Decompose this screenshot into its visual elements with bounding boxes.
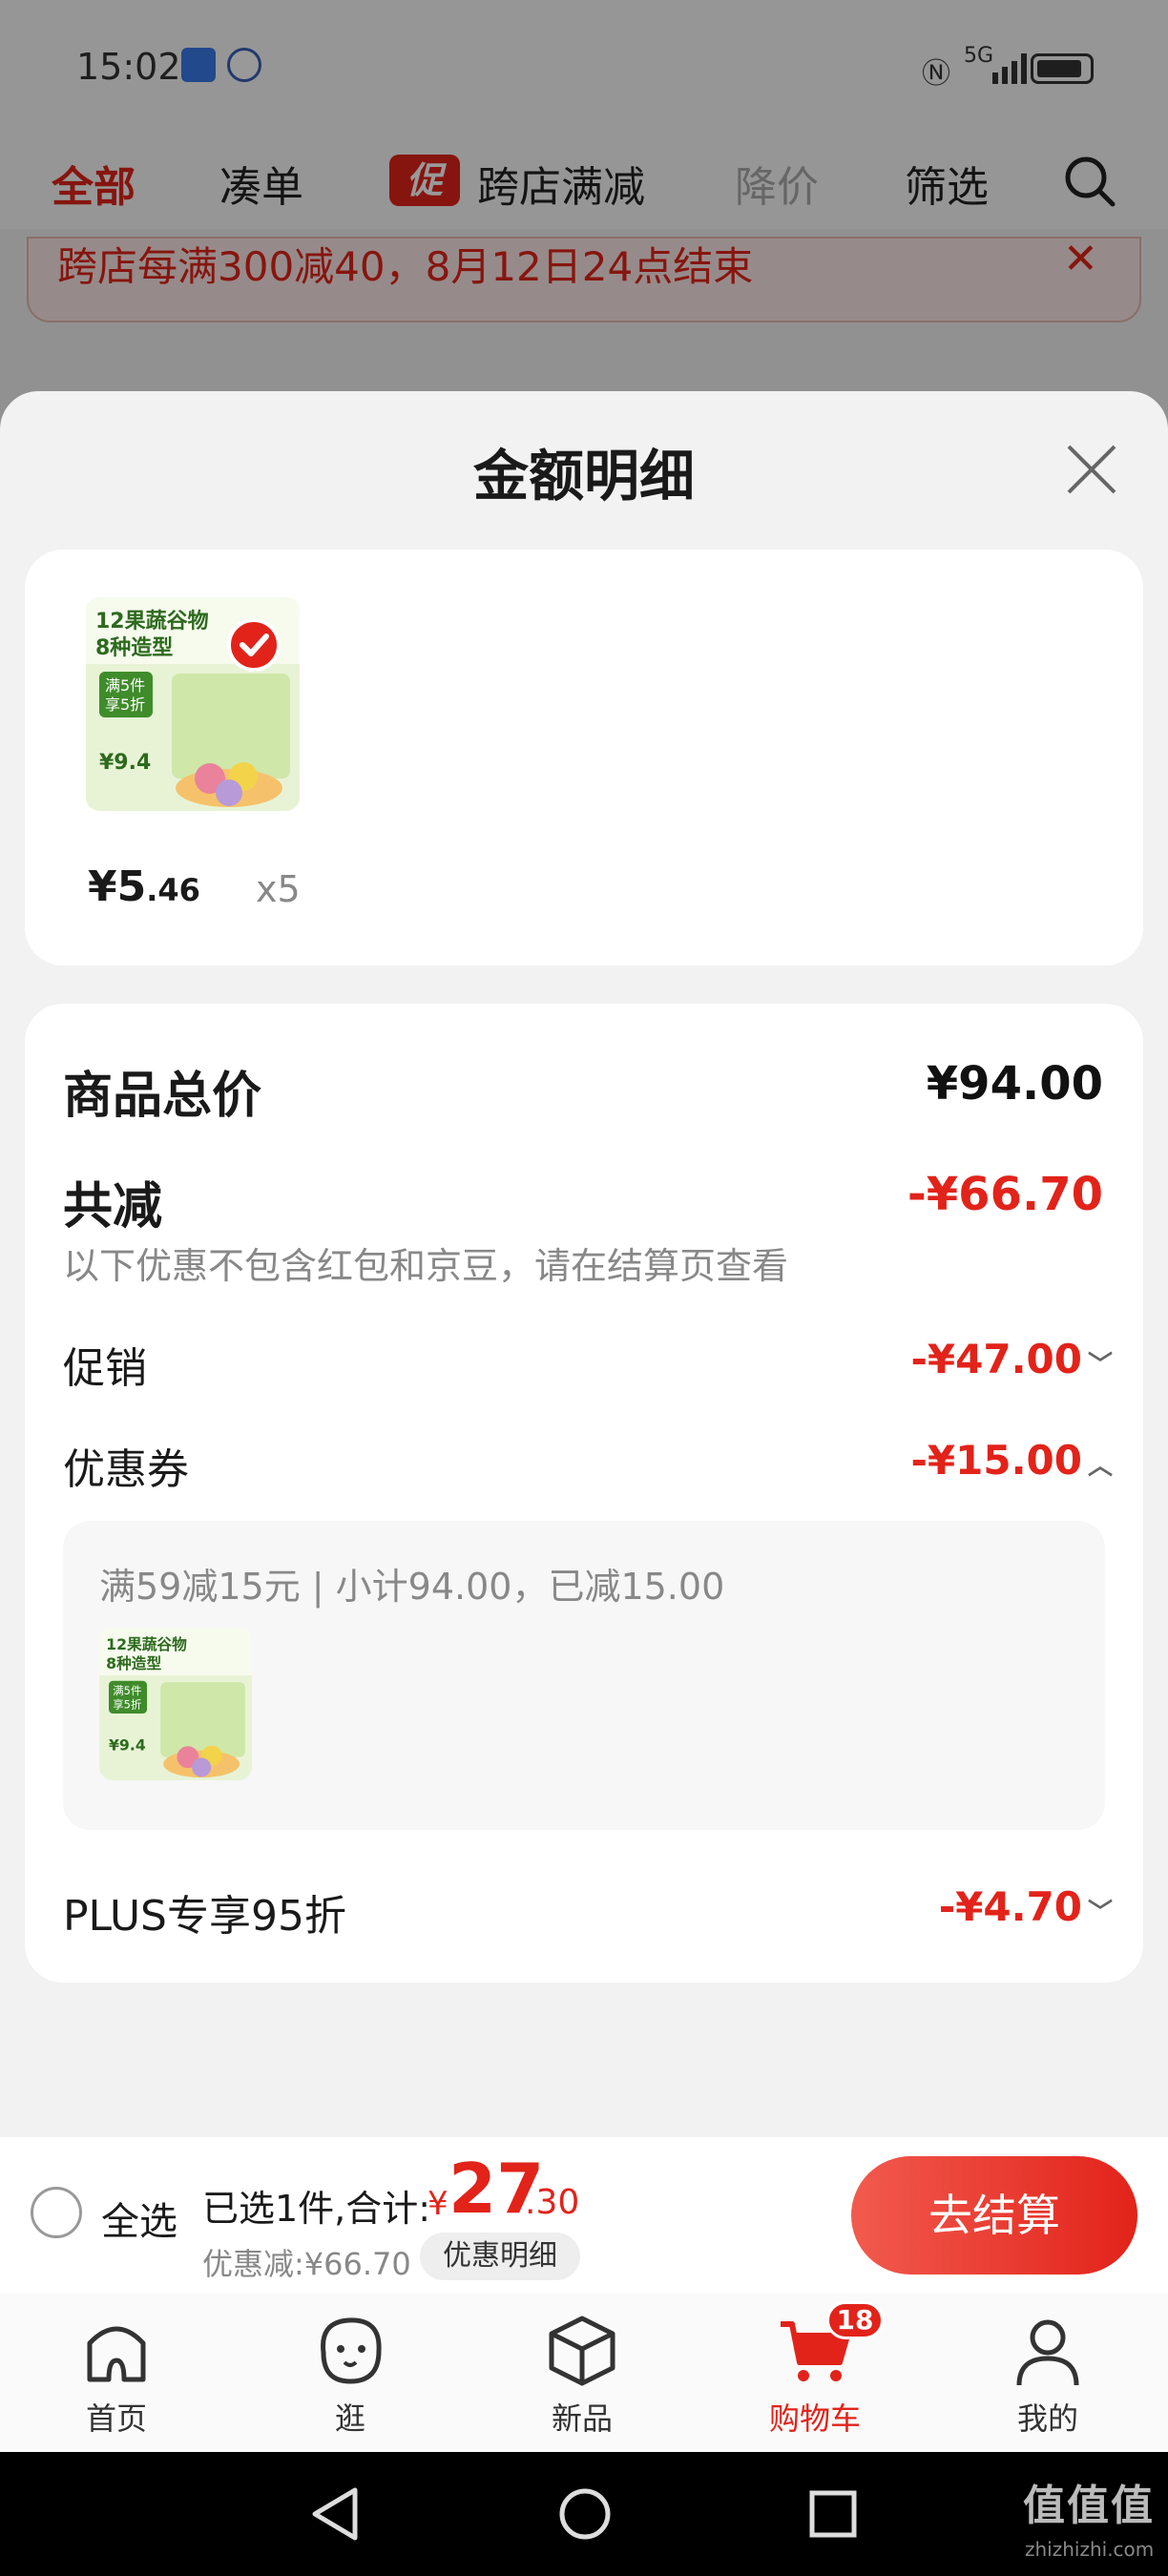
- chevron-down-icon: ﹀: [1087, 1351, 1113, 1380]
- nav-browse[interactable]: 逛: [274, 2305, 427, 2439]
- item-price-int: ¥5: [88, 862, 147, 911]
- item-price: ¥5.46: [88, 862, 200, 911]
- summary-card: [25, 1004, 1143, 1983]
- selected-count-text: 已选1件,合计:: [202, 2188, 431, 2230]
- nav-home[interactable]: 首页: [40, 2305, 193, 2439]
- chevron-up-icon: ︿: [1087, 1452, 1113, 1481]
- chevron-down-icon: ﹀: [1087, 1899, 1113, 1927]
- item-price-dec: .46: [146, 872, 200, 908]
- discount-value: -¥66.70: [907, 1168, 1103, 1221]
- nav-new-label: 新品: [551, 2400, 613, 2437]
- browse-face-icon: [321, 2317, 382, 2384]
- coupon-description: 满59减15元 | 小计94.00，已减15.00: [99, 1566, 725, 1608]
- product-promo-line1: 满5件: [105, 676, 145, 695]
- nav-mine[interactable]: 我的: [971, 2305, 1124, 2439]
- select-all-radio[interactable]: [31, 2187, 82, 2238]
- saved-amount-text: 优惠减:¥66.70: [202, 2246, 411, 2282]
- coupon-product-image: 12果蔬谷物 8种造型 满5件 享5折 ¥9.4: [99, 1628, 252, 1780]
- recents-icon[interactable]: [807, 2488, 859, 2540]
- coupon-product-text-line2: 8种造型: [106, 1654, 161, 1672]
- home-circle-icon[interactable]: [557, 2486, 613, 2542]
- product-text-line2: 8种造型: [95, 636, 173, 660]
- nav-browse-label: 逛: [334, 2400, 365, 2437]
- back-icon[interactable]: [307, 2484, 363, 2544]
- item-quantity: x5: [256, 868, 301, 910]
- box-icon: [549, 2316, 615, 2386]
- coupon-product-promo-line1: 满5件: [113, 1684, 141, 1697]
- checkout-button[interactable]: 去结算: [851, 2156, 1137, 2275]
- discount-detail-button[interactable]: 优惠明细: [420, 2233, 580, 2280]
- plus-row-value[interactable]: -¥4.70 ﹀: [939, 1883, 1113, 1930]
- nav-cart-label: 购物车: [768, 2400, 861, 2437]
- plus-discount-value: -¥4.70: [938, 1883, 1082, 1930]
- coupon-product-promo-line2: 享5折: [113, 1697, 141, 1711]
- sheet-title: 金额明细: [472, 444, 695, 509]
- select-all-label[interactable]: 全选: [101, 2191, 177, 2246]
- total-label: 商品总价: [63, 1068, 262, 1125]
- watermark-logo: 值值值: [1023, 2482, 1155, 2530]
- coupon-product-text-line1: 12果蔬谷物: [106, 1635, 187, 1653]
- selected-check-icon: [227, 618, 281, 672]
- promotion-value: -¥47.00: [910, 1336, 1082, 1382]
- promotion-row-value[interactable]: -¥47.00 ﹀: [910, 1336, 1113, 1382]
- product-promo-line2: 享5折: [105, 696, 145, 714]
- nav-home-label: 首页: [85, 2400, 147, 2437]
- coupon-thumbnail-art: 12果蔬谷物 8种造型 满5件 享5折 ¥9.4: [99, 1628, 252, 1780]
- user-icon: [1016, 2319, 1079, 2386]
- coupon-label[interactable]: 优惠券: [63, 1435, 189, 1496]
- coupon-value: -¥15.00: [910, 1437, 1082, 1484]
- total-value: ¥94.00: [926, 1057, 1103, 1111]
- close-icon[interactable]: [1061, 439, 1122, 500]
- plus-discount-label[interactable]: PLUS专享95折: [63, 1881, 346, 1942]
- discount-note: 以下优惠不包含红包和京豆，请在结算页查看: [63, 1245, 789, 1287]
- coupon-product-price-tag: ¥9.4: [109, 1736, 146, 1755]
- discount-label: 共减: [63, 1178, 163, 1236]
- cart-count-badge: 18: [826, 2301, 884, 2339]
- promotion-label[interactable]: 促销: [63, 1334, 147, 1395]
- coupon-row-value[interactable]: -¥15.00 ︿: [910, 1437, 1113, 1484]
- total-amount-dec: .30: [525, 2183, 580, 2222]
- nav-new[interactable]: 新品: [506, 2305, 658, 2439]
- product-price-tag: ¥9.4: [99, 751, 151, 775]
- product-text-line1: 12果蔬谷物: [95, 609, 209, 634]
- nav-mine-label: 我的: [1016, 2400, 1078, 2437]
- currency-symbol: ¥: [428, 2185, 448, 2223]
- watermark-url: zhizhizhi.com: [1025, 2538, 1155, 2561]
- home-icon: [87, 2326, 146, 2382]
